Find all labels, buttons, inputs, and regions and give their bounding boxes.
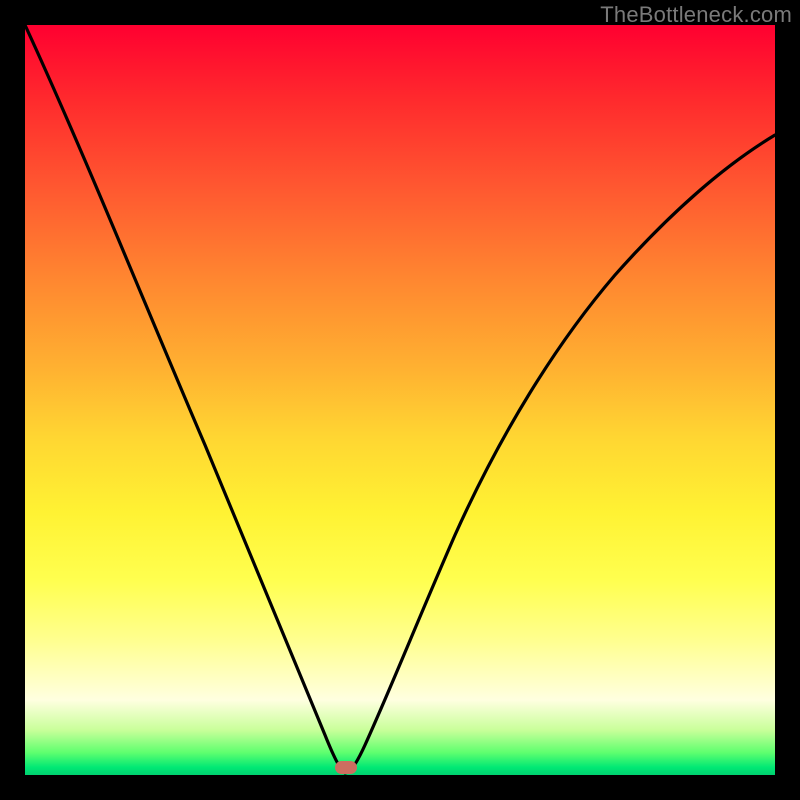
watermark-text: TheBottleneck.com <box>600 2 792 28</box>
recommended-marker <box>335 761 357 774</box>
bottleneck-curve <box>25 25 775 775</box>
curve-path <box>25 25 775 773</box>
chart-frame: TheBottleneck.com <box>0 0 800 800</box>
plot-area <box>25 25 775 775</box>
